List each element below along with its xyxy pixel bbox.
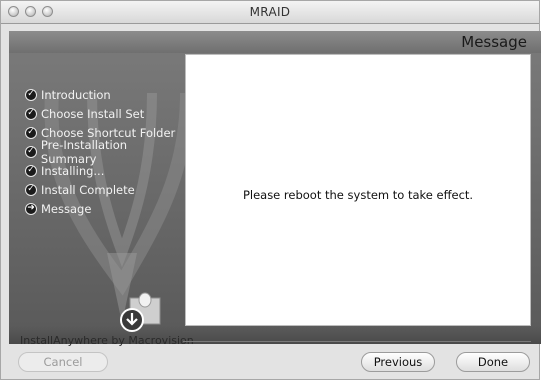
- check-circle-icon: ✓: [25, 145, 37, 158]
- previous-button[interactable]: Previous: [361, 352, 435, 372]
- step-label: Message: [41, 201, 92, 216]
- step-label: Install Complete: [41, 182, 135, 197]
- page-title: Message: [461, 33, 527, 51]
- arrow-circle-icon: ➜: [25, 202, 37, 215]
- cancel-button[interactable]: Cancel: [18, 352, 108, 372]
- check-circle-icon: ✓: [25, 107, 37, 120]
- step-label: Choose Install Set: [41, 106, 145, 121]
- window-title: MRAID: [249, 5, 291, 19]
- check-circle-icon: ✓: [25, 88, 37, 101]
- done-button[interactable]: Done: [456, 352, 530, 372]
- installer-window: MRAID Message ✓ Introduction ✓ Choose In…: [0, 0, 541, 380]
- step-label: Installing...: [41, 163, 105, 178]
- footer-divider: [183, 341, 531, 342]
- step-introduction: ✓ Introduction: [25, 85, 185, 104]
- step-label: Introduction: [41, 87, 111, 102]
- step-pre-installation-summary: ✓ Pre-Installation Summary: [25, 138, 185, 166]
- title-bar: MRAID: [1, 1, 539, 24]
- header-bar: Message: [9, 31, 541, 53]
- brand-label: InstallAnywhere by Macrovision: [20, 334, 194, 347]
- check-circle-icon: ✓: [25, 164, 37, 177]
- steps-list: ✓ Introduction ✓ Choose Install Set ✓ Ch…: [25, 85, 185, 218]
- content-panel: Please reboot the system to take effect.: [185, 54, 531, 326]
- step-choose-install-set: ✓ Choose Install Set: [25, 104, 185, 123]
- step-install-complete: ✓ Install Complete: [25, 180, 185, 199]
- install-box-icon: [120, 292, 161, 332]
- message-text: Please reboot the system to take effect.: [242, 188, 474, 202]
- step-label: Pre-Installation Summary: [40, 137, 128, 166]
- check-circle-icon: ✓: [25, 183, 37, 196]
- check-circle-icon: ✓: [25, 126, 37, 139]
- step-message: ➜ Message: [25, 199, 185, 218]
- installer-frame: Message ✓ Introduction ✓ Choose Install …: [9, 31, 541, 344]
